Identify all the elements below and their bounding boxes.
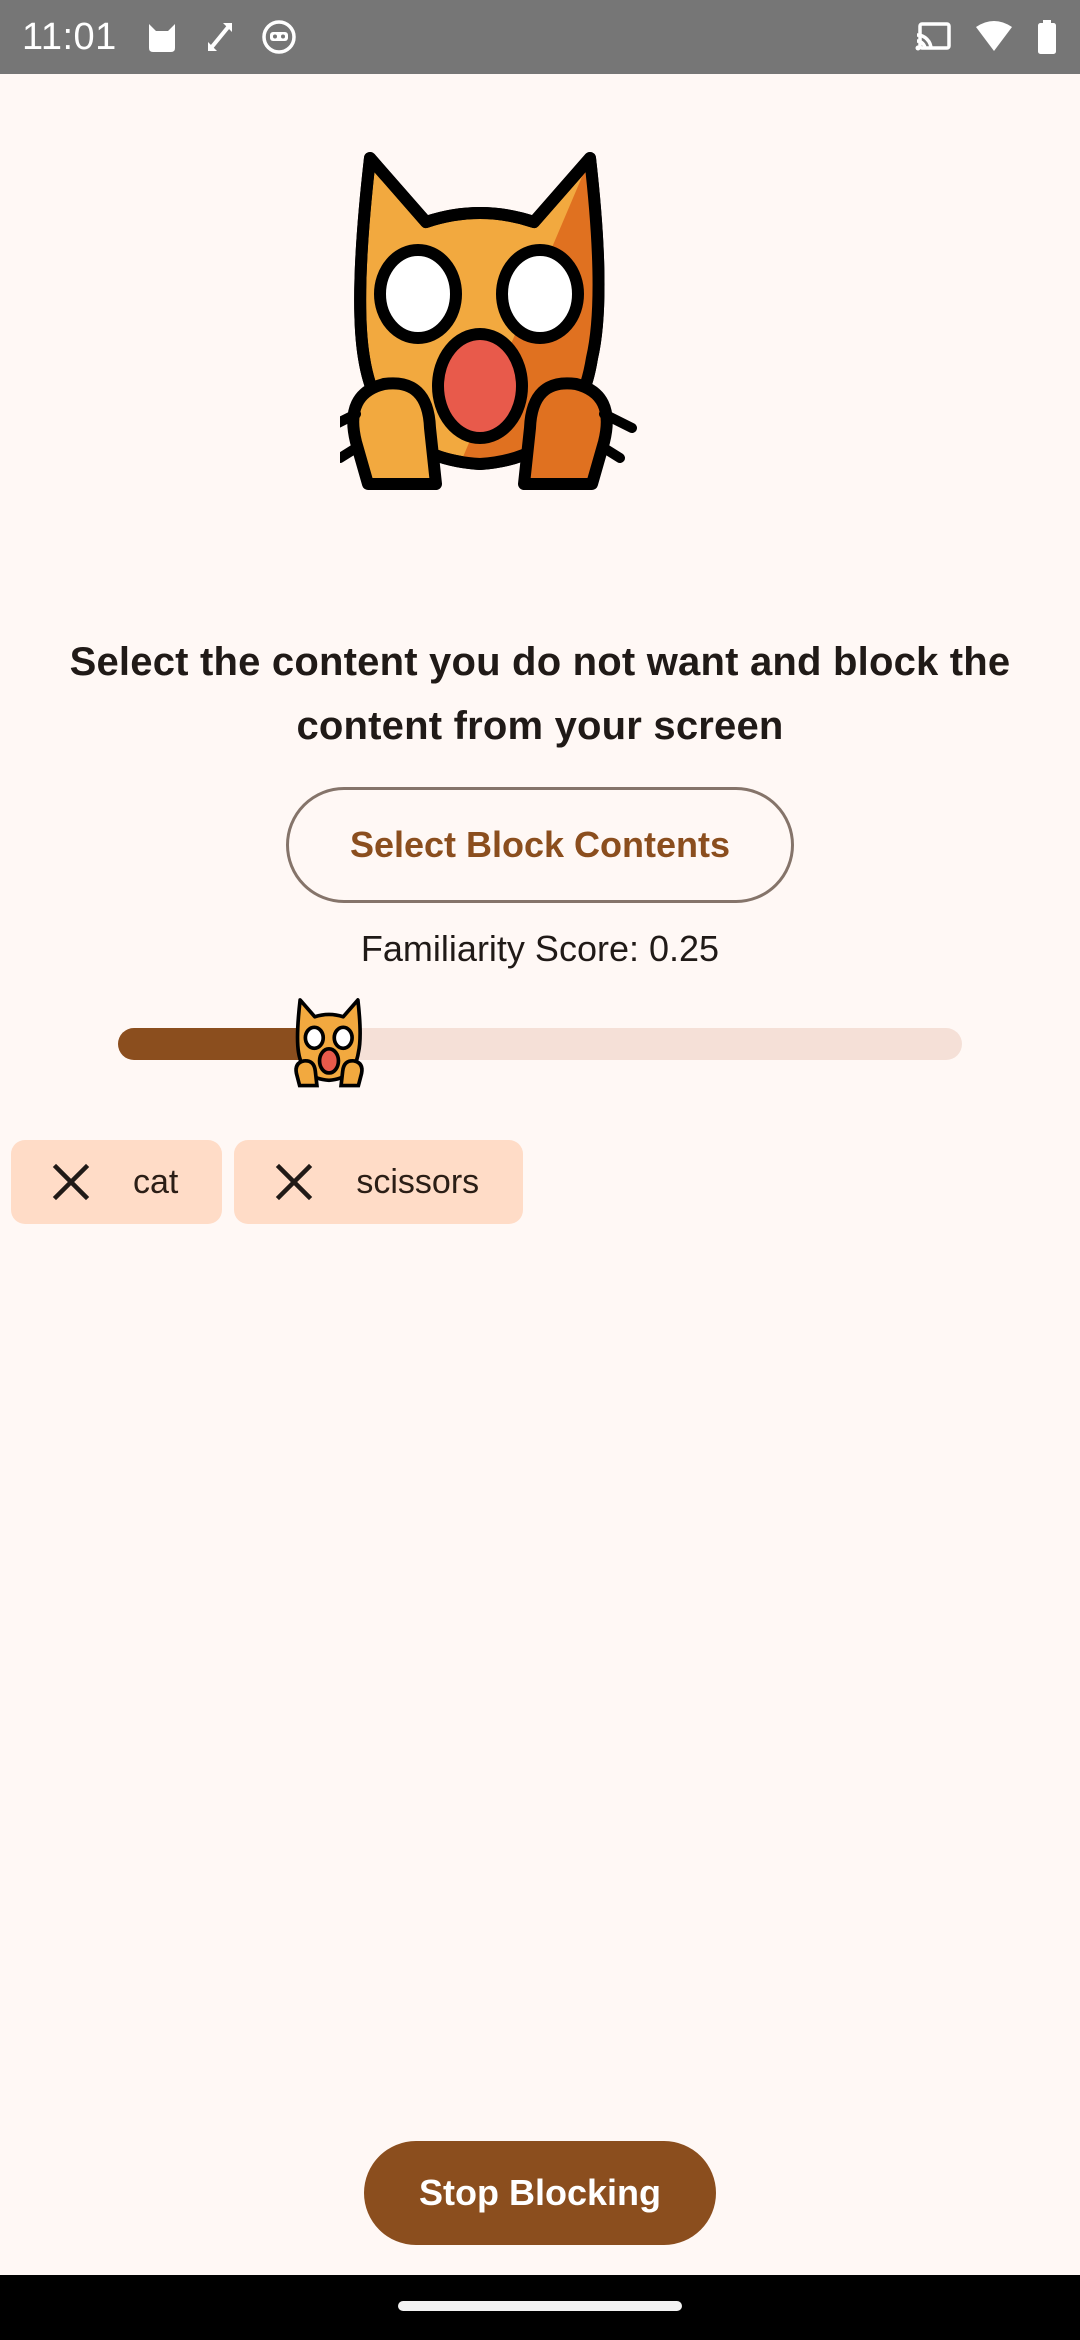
familiarity-slider[interactable] bbox=[118, 994, 962, 1094]
close-icon[interactable] bbox=[51, 1162, 91, 1202]
status-time: 11:01 bbox=[22, 15, 117, 58]
notification-icons bbox=[145, 19, 297, 55]
navigation-bar bbox=[0, 2275, 1080, 2340]
chip-label: cat bbox=[133, 1162, 179, 1201]
home-gesture-handle[interactable] bbox=[398, 2301, 682, 2311]
familiarity-score-value: 0.25 bbox=[649, 928, 720, 969]
close-icon[interactable] bbox=[274, 1162, 314, 1202]
cast-icon bbox=[915, 22, 951, 51]
wifi-icon bbox=[976, 21, 1012, 51]
status-bar: 11:01 bbox=[0, 0, 1080, 74]
robot-face-icon bbox=[262, 20, 296, 54]
slider-thumb-cat-icon[interactable] bbox=[287, 994, 371, 1090]
cat-silhouette-icon bbox=[148, 24, 175, 52]
screen: 11:01 Select the content you do not want… bbox=[0, 0, 1080, 2340]
chip-scissors[interactable]: scissors bbox=[234, 1140, 524, 1224]
battery-icon bbox=[1038, 20, 1056, 54]
instruction-text: Select the content you do not want and b… bbox=[69, 640, 1011, 748]
familiarity-score-text: Familiarity Score: bbox=[360, 928, 639, 969]
cursor-arrows-icon bbox=[207, 23, 232, 51]
chip-label: scissors bbox=[356, 1162, 480, 1201]
familiarity-score-label: Familiarity Score: 0.25 bbox=[0, 928, 1080, 970]
system-icons bbox=[914, 19, 1058, 55]
chip-cat[interactable]: cat bbox=[11, 1140, 223, 1224]
scared-cat-face-icon bbox=[340, 152, 637, 490]
stop-blocking-button[interactable]: Stop Blocking bbox=[364, 2141, 716, 2245]
select-block-contents-button[interactable]: Select Block Contents bbox=[286, 787, 794, 903]
blocked-content-chips: cat scissors bbox=[11, 1140, 524, 1224]
